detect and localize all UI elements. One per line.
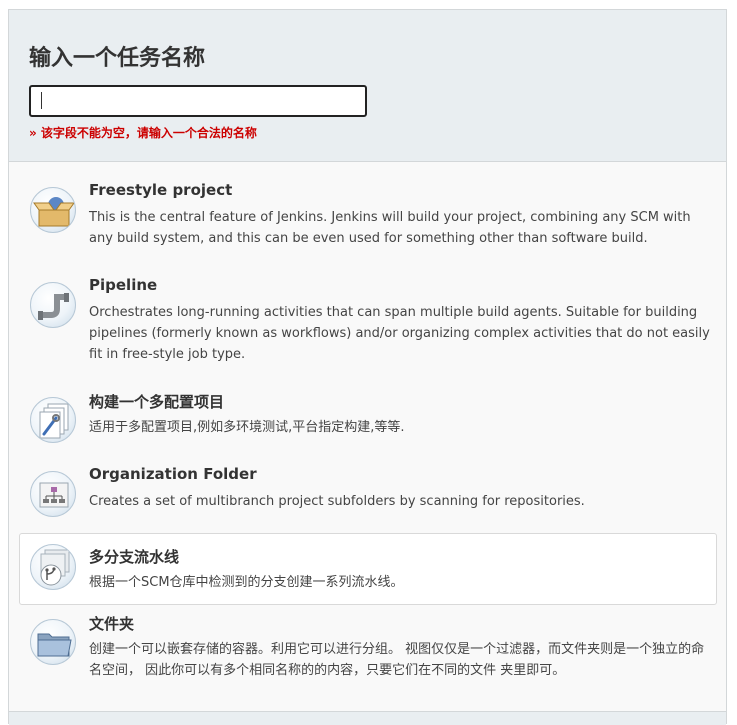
page-title: 输入一个任务名称 xyxy=(29,46,206,71)
panel-footer xyxy=(9,712,726,725)
item-name: 构建一个多配置项目 xyxy=(89,393,225,411)
item-type-pipeline[interactable]: Pipeline Orchestrates long-running activ… xyxy=(19,271,717,381)
item-type-organization-folder[interactable]: Organization Folder Creates a set of mul… xyxy=(19,460,717,530)
multibranch-pipeline-icon xyxy=(30,544,76,590)
name-error-message: » 该字段不能为空，请输入一个合法的名称 xyxy=(29,126,257,140)
item-description: 创建一个可以嵌套存储的容器。利用它可以进行分组。 视图仅仅是一个过滤器，而文件夹… xyxy=(89,642,705,678)
organization-folder-icon xyxy=(30,471,76,517)
item-type-folder[interactable]: 文件夹 创建一个可以嵌套存储的容器。利用它可以进行分组。 视图仅仅是一个过滤器，… xyxy=(19,608,717,708)
item-description: Creates a set of multibranch project sub… xyxy=(89,494,585,509)
item-type-multi-config[interactable]: 构建一个多配置项目 适用于多配置项目,例如多环境测试,平台指定构建,等等. xyxy=(19,386,717,456)
text-caret xyxy=(41,92,42,109)
item-name-input[interactable] xyxy=(29,85,367,117)
item-name: Pipeline xyxy=(89,276,158,294)
item-name-header: 输入一个任务名称 » 该字段不能为空，请输入一个合法的名称 xyxy=(9,10,726,162)
item-type-freestyle[interactable]: Freestyle project This is the central fe… xyxy=(19,176,717,272)
item-name: Freestyle project xyxy=(89,181,233,199)
item-name: 文件夹 xyxy=(89,615,135,633)
item-name: 多分支流水线 xyxy=(89,548,180,566)
item-name: Organization Folder xyxy=(89,465,257,483)
folder-icon xyxy=(30,619,76,665)
new-item-panel: 输入一个任务名称 » 该字段不能为空，请输入一个合法的名称 Freestyle … xyxy=(8,9,727,725)
item-description: 适用于多配置项目,例如多环境测试,平台指定构建,等等. xyxy=(89,420,405,435)
multi-config-icon xyxy=(30,397,76,443)
pipeline-pipe-icon xyxy=(30,282,76,328)
item-type-multibranch-pipeline[interactable]: 多分支流水线 根据一个SCM仓库中检测到的分支创建一系列流水线。 xyxy=(19,533,717,605)
item-description: Orchestrates long-running activities tha… xyxy=(89,305,710,362)
item-description: This is the central feature of Jenkins. … xyxy=(89,210,691,246)
freestyle-box-icon xyxy=(30,187,76,233)
item-description: 根据一个SCM仓库中检测到的分支创建一系列流水线。 xyxy=(89,575,404,590)
